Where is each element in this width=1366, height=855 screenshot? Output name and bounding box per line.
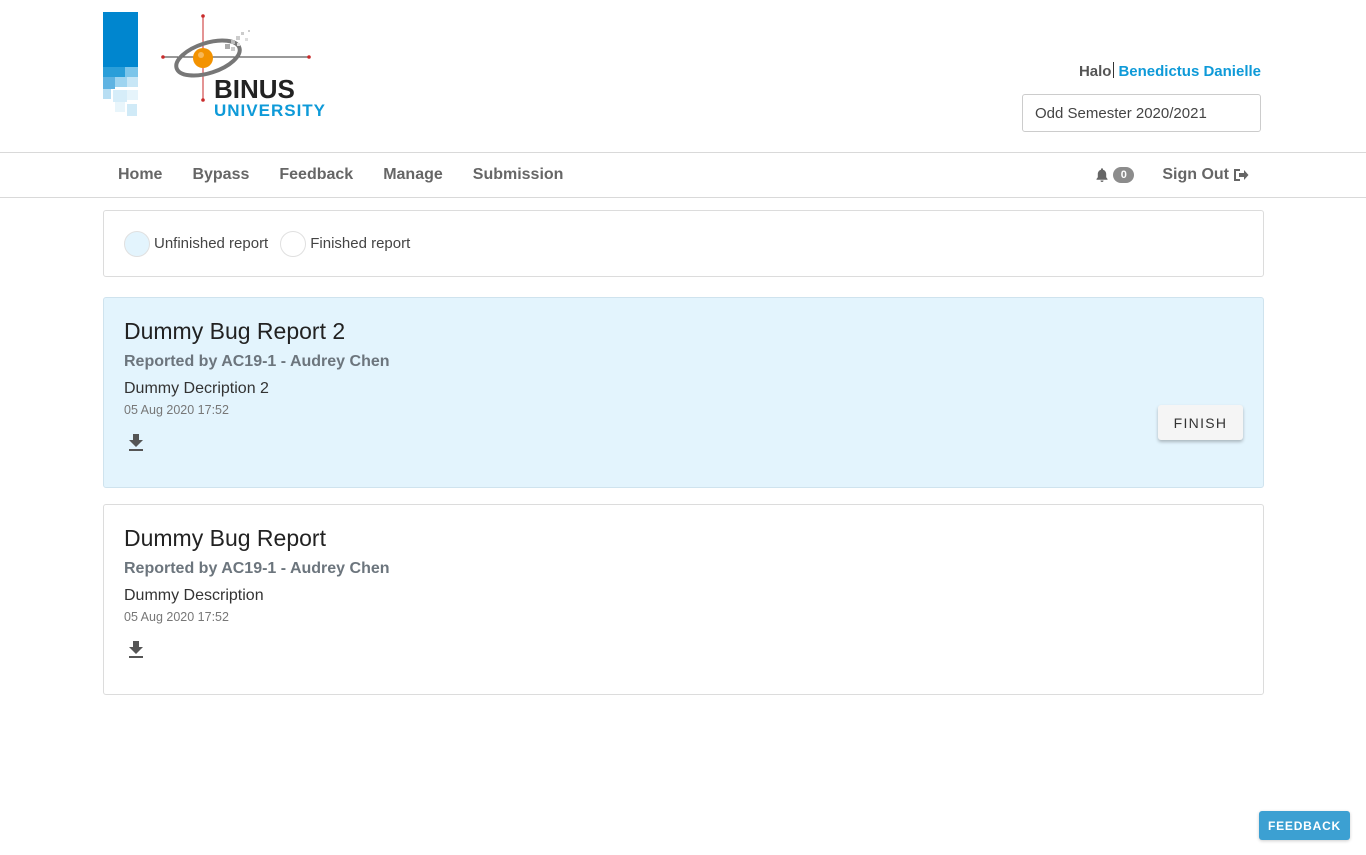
- notification-count-badge: 0: [1113, 167, 1135, 183]
- finish-button[interactable]: FINISH: [1158, 405, 1243, 440]
- legend-unfinished-label: Unfinished report: [154, 235, 269, 252]
- download-icon[interactable]: [124, 431, 148, 455]
- report-title: Dummy Bug Report: [124, 525, 326, 551]
- report-date: 05 Aug 2020 17:52: [124, 403, 229, 417]
- report-reporter: Reported by AC19-1 - Audrey Chen: [124, 560, 390, 577]
- user-greeting: Halo Benedictus Danielle: [1079, 62, 1261, 81]
- report-reporter: Reported by AC19-1 - Audrey Chen: [124, 353, 390, 370]
- nav-item-home[interactable]: Home: [103, 166, 177, 184]
- semester-select[interactable]: Odd Semester 2020/2021: [1022, 94, 1261, 132]
- user-name[interactable]: Benedictus Danielle: [1118, 63, 1261, 80]
- sign-out-button[interactable]: Sign Out: [1162, 166, 1249, 184]
- sign-out-icon: [1234, 169, 1249, 181]
- report-title: Dummy Bug Report 2: [124, 318, 346, 344]
- report-description: Dummy Description: [124, 587, 264, 604]
- greeting-separator: [1113, 62, 1115, 78]
- finished-swatch: [280, 230, 307, 257]
- legend-finished-label: Finished report: [310, 235, 411, 252]
- report-status-legend: Unfinished report Finished report: [103, 210, 1264, 277]
- legend-finished: Finished report: [280, 230, 411, 257]
- header: BINUS UNIVERSITY Halo Benedictus Danielle…: [0, 0, 1366, 152]
- report-description: Dummy Decription 2: [124, 380, 269, 397]
- logo-text-university: UNIVERSITY: [214, 101, 326, 120]
- nav-item-manage[interactable]: Manage: [368, 166, 458, 184]
- nav-actions: 0 Sign Out: [1094, 153, 1249, 197]
- report-card-unfinished: Dummy Bug Report 2 Reported by AC19-1 - …: [103, 297, 1264, 488]
- nav-item-feedback[interactable]: Feedback: [264, 166, 368, 184]
- report-date: 05 Aug 2020 17:52: [124, 610, 229, 624]
- report-card-finished: Dummy Bug Report Reported by AC19-1 - Au…: [103, 504, 1264, 695]
- logo-text-binus: BINUS: [214, 74, 295, 104]
- bell-icon: [1096, 168, 1108, 182]
- feedback-button[interactable]: FEEDBACK: [1259, 811, 1350, 840]
- notification-button[interactable]: 0: [1094, 167, 1135, 183]
- nav-item-submission[interactable]: Submission: [458, 166, 579, 184]
- nav-menu: Home Bypass Feedback Manage Submission: [103, 153, 578, 197]
- download-icon[interactable]: [124, 638, 148, 662]
- navbar: Home Bypass Feedback Manage Submission 0…: [0, 152, 1366, 198]
- legend-unfinished: Unfinished report: [124, 230, 269, 257]
- binus-logo[interactable]: BINUS UNIVERSITY: [103, 12, 343, 122]
- nav-item-bypass[interactable]: Bypass: [177, 166, 264, 184]
- sign-out-label: Sign Out: [1162, 166, 1229, 183]
- greeting-label: Halo: [1078, 63, 1112, 80]
- unfinished-swatch: [124, 230, 150, 257]
